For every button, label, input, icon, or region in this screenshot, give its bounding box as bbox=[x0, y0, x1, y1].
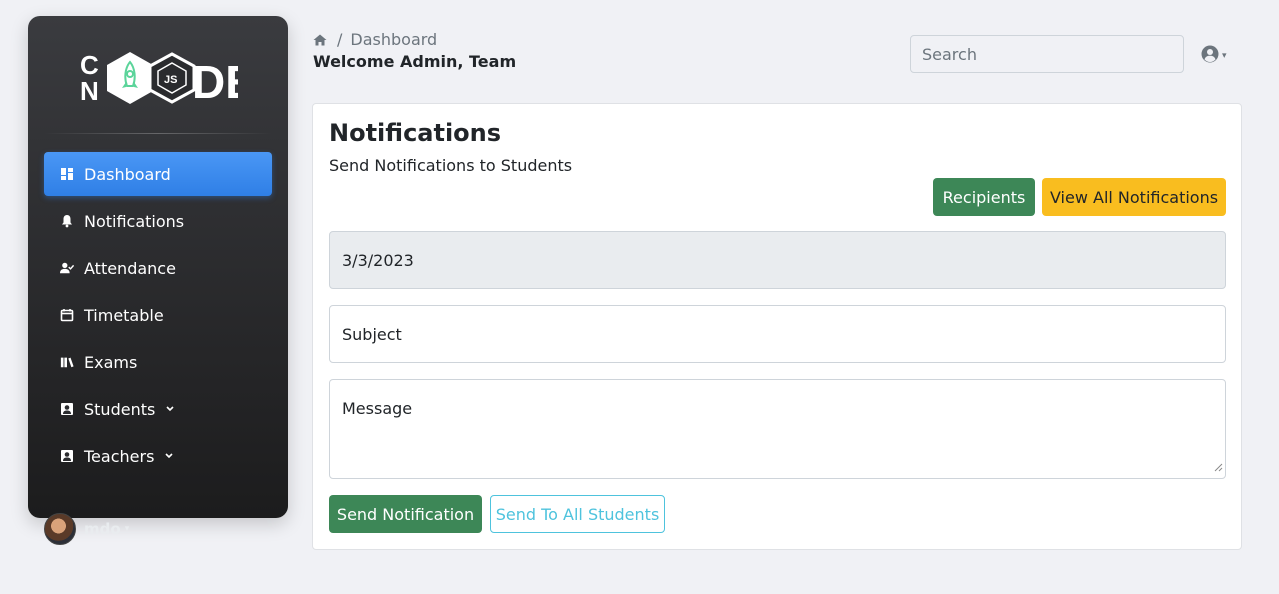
app-logo[interactable]: C N JS DE bbox=[28, 46, 288, 106]
svg-text:DE: DE bbox=[192, 56, 238, 104]
sidebar-divider bbox=[44, 133, 272, 134]
message-placeholder: Message bbox=[342, 399, 413, 418]
view-all-notifications-button[interactable]: View All Notifications bbox=[1042, 178, 1226, 216]
caret-down-icon: ▾ bbox=[1222, 51, 1227, 61]
sidebar-item-dashboard[interactable]: Dashboard bbox=[44, 152, 272, 196]
sidebar-item-teachers[interactable]: Teachers bbox=[44, 434, 272, 478]
avatar bbox=[44, 513, 76, 545]
subject-field[interactable]: Subject bbox=[329, 305, 1226, 363]
notification-card: Notifications Send Notifications to Stud… bbox=[312, 103, 1242, 550]
sidebar-item-notifications[interactable]: Notifications bbox=[44, 199, 272, 243]
chevron-down-icon bbox=[164, 452, 174, 460]
send-to-all-students-button[interactable]: Send To All Students bbox=[490, 495, 665, 533]
subject-placeholder: Subject bbox=[342, 324, 402, 344]
card-title: Notifications bbox=[329, 119, 502, 147]
user-profile-menu[interactable]: mdo ▾ bbox=[44, 513, 129, 545]
user-menu-button[interactable]: ▾ bbox=[1201, 45, 1227, 67]
bell-icon bbox=[60, 214, 74, 228]
sidebar-item-label: Attendance bbox=[84, 258, 176, 278]
teacher-icon bbox=[60, 449, 74, 463]
caret-down-icon: ▾ bbox=[124, 524, 130, 534]
breadcrumb: / Dashboard bbox=[313, 30, 437, 49]
books-icon bbox=[60, 355, 74, 369]
welcome-text: Welcome Admin, Team bbox=[313, 52, 517, 71]
sidebar-item-attendance[interactable]: Attendance bbox=[44, 246, 272, 290]
breadcrumb-separator: / bbox=[337, 30, 343, 49]
user-circle-icon bbox=[1201, 45, 1219, 67]
date-value: 3/3/2023 bbox=[342, 250, 414, 270]
sidebar: C N JS DE Dashboard Notifications bbox=[28, 16, 288, 518]
sidebar-item-students[interactable]: Students bbox=[44, 387, 272, 431]
card-subtitle: Send Notifications to Students bbox=[329, 156, 573, 175]
resize-handle-icon[interactable] bbox=[1214, 457, 1223, 476]
sidebar-item-label: Exams bbox=[84, 352, 138, 372]
dashboard-icon bbox=[60, 167, 74, 181]
calendar-edit-icon bbox=[60, 308, 74, 322]
recipients-button[interactable]: Recipients bbox=[933, 178, 1035, 216]
sidebar-item-label: Students bbox=[84, 399, 156, 419]
sidebar-item-timetable[interactable]: Timetable bbox=[44, 293, 272, 337]
svg-text:N: N bbox=[80, 76, 99, 104]
user-name: mdo bbox=[84, 520, 121, 538]
chevron-down-icon bbox=[165, 405, 175, 413]
home-icon[interactable] bbox=[313, 34, 327, 46]
sidebar-item-label: Notifications bbox=[84, 211, 185, 231]
student-icon bbox=[60, 402, 74, 416]
breadcrumb-current: Dashboard bbox=[350, 30, 438, 49]
sidebar-item-label: Timetable bbox=[84, 305, 164, 325]
sidebar-item-exams[interactable]: Exams bbox=[44, 340, 272, 384]
message-textarea[interactable]: Message bbox=[329, 379, 1226, 479]
sidebar-item-label: Dashboard bbox=[84, 164, 171, 184]
date-field[interactable]: 3/3/2023 bbox=[329, 231, 1226, 289]
send-notification-button[interactable]: Send Notification bbox=[329, 495, 482, 533]
sidebar-item-label: Teachers bbox=[84, 446, 155, 466]
search-input[interactable] bbox=[910, 35, 1184, 73]
user-check-icon bbox=[60, 261, 74, 275]
svg-text:JS: JS bbox=[164, 74, 177, 86]
